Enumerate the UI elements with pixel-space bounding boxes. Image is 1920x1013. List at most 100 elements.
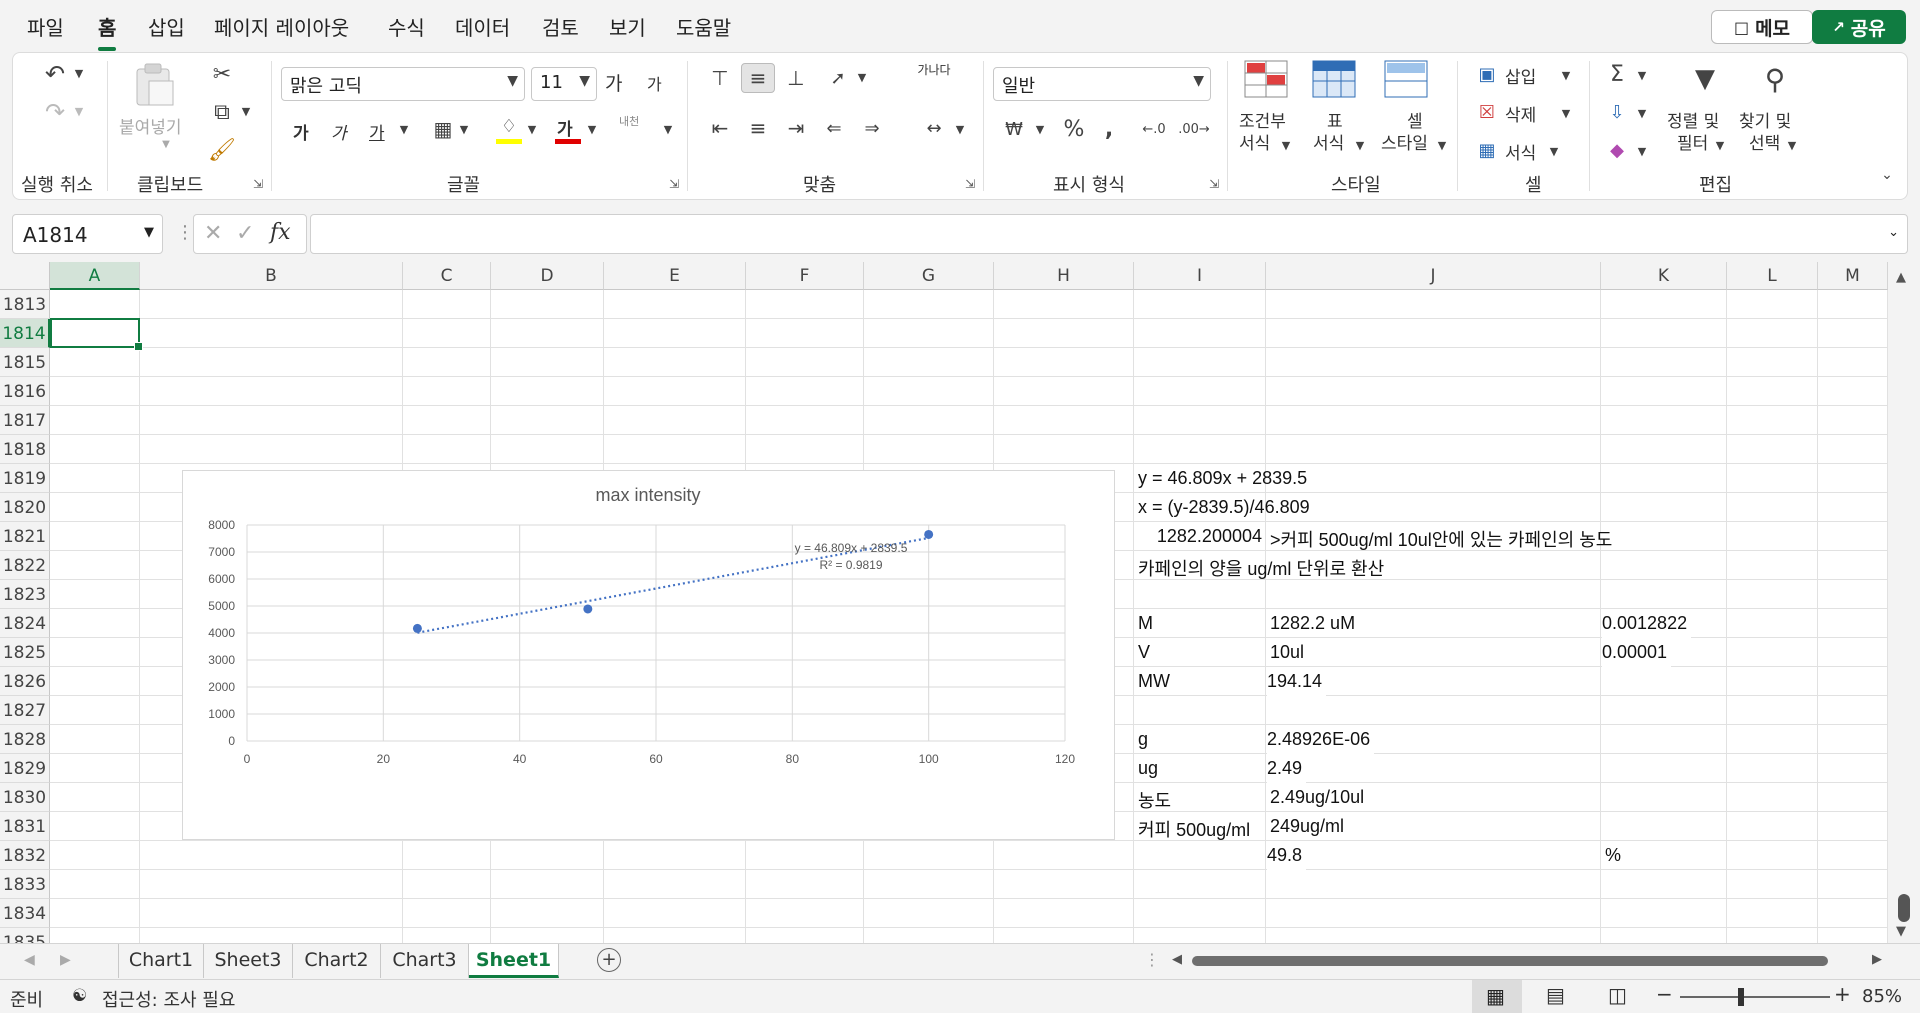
align-launcher-icon[interactable]: ⇲ xyxy=(965,177,975,191)
increase-indent-icon[interactable]: ⇒ xyxy=(855,113,889,143)
sheet-tab-sheet3[interactable]: Sheet3 xyxy=(204,944,293,978)
align-top-icon[interactable]: ⊤ xyxy=(703,63,737,93)
table-format-dropdown-icon[interactable]: ▼ xyxy=(1353,137,1367,153)
autosum-icon[interactable]: Σ xyxy=(1603,61,1631,87)
accessibility-icon[interactable]: ☯ xyxy=(72,986,87,1006)
format-painter-icon[interactable]: 🖌 xyxy=(207,135,237,165)
increase-decimal-icon[interactable]: ←.0 xyxy=(1137,115,1171,143)
row-header-1828[interactable]: 1828 xyxy=(0,725,50,754)
cell-i1819[interactable]: y = 46.809x + 2839.5 xyxy=(1135,464,1310,493)
column-header-a[interactable]: A xyxy=(50,262,140,290)
sort-filter-label-1[interactable]: 정렬 및 xyxy=(1667,111,1719,133)
cell-j1826[interactable]: 194.14 xyxy=(1267,667,1327,696)
cell-j1824[interactable]: 1282.2 uM xyxy=(1267,609,1358,638)
confirm-entry-icon[interactable]: ✓ xyxy=(236,221,254,246)
column-header-m[interactable]: M xyxy=(1818,262,1888,290)
column-header-l[interactable]: L xyxy=(1727,262,1818,290)
currency-dropdown-icon[interactable]: ▼ xyxy=(1033,119,1047,139)
column-header-g[interactable]: G xyxy=(864,262,994,290)
align-middle-icon[interactable]: ≡ xyxy=(741,63,775,93)
column-header-i[interactable]: I xyxy=(1134,262,1266,290)
share-button[interactable]: ↗ 공유 xyxy=(1812,10,1906,44)
conditional-format-label-2[interactable]: 서식 xyxy=(1239,133,1270,155)
menu-help[interactable]: 도움말 xyxy=(676,12,731,41)
autosum-dropdown-icon[interactable]: ▼ xyxy=(1635,65,1649,85)
scroll-left-icon[interactable]: ◀ xyxy=(1172,952,1182,967)
font-color-dropdown-icon[interactable]: ▼ xyxy=(585,119,599,139)
cell-j1831[interactable]: 249ug/ml xyxy=(1267,812,1347,841)
page-layout-view-icon[interactable]: ▤ xyxy=(1546,983,1565,1007)
phonetic-button[interactable]: 내천 xyxy=(619,113,639,129)
clear-dropdown-icon[interactable]: ▼ xyxy=(1635,141,1649,161)
vertical-scrollbar[interactable]: ▲ ▼ xyxy=(1888,262,1920,943)
find-search-icon[interactable]: ⚲ xyxy=(1753,59,1797,99)
cell-j1825[interactable]: 10ul xyxy=(1267,638,1307,667)
align-center-icon[interactable]: ≡ xyxy=(741,113,775,143)
cell-i1828[interactable]: g xyxy=(1135,725,1151,754)
expand-formula-icon[interactable]: ⌄ xyxy=(1888,225,1899,240)
sheet-tab-chart2[interactable]: Chart2 xyxy=(293,944,381,978)
conditional-format-label-1[interactable]: 조건부 xyxy=(1239,111,1286,133)
formula-input[interactable]: ⌄ xyxy=(310,214,1908,254)
cell-i1822[interactable]: 카페인의 양을 ug/ml 단위로 환산 xyxy=(1135,551,1387,580)
row-header-1835[interactable]: 1835 xyxy=(0,928,50,943)
menu-view[interactable]: 보기 xyxy=(609,12,646,41)
collapse-ribbon-icon[interactable]: ⌄ xyxy=(1877,165,1897,185)
fill-color-icon[interactable]: ♢ xyxy=(495,113,523,139)
scroll-down-icon[interactable]: ▼ xyxy=(1896,924,1906,939)
row-header-1830[interactable]: 1830 xyxy=(0,783,50,812)
delete-dropdown-icon[interactable]: ▼ xyxy=(1559,103,1573,123)
copy-dropdown-icon[interactable]: ▼ xyxy=(239,101,253,121)
find-select-label-1[interactable]: 찾기 및 xyxy=(1739,111,1791,133)
cell-j1829[interactable]: 2.49 xyxy=(1267,754,1307,783)
row-header-1826[interactable]: 1826 xyxy=(0,667,50,696)
fill-dropdown-icon[interactable]: ▼ xyxy=(1635,103,1649,123)
active-cell[interactable] xyxy=(50,318,143,351)
column-header-h[interactable]: H xyxy=(994,262,1134,290)
sheet-tab-chart1[interactable]: Chart1 xyxy=(118,944,204,978)
row-header-1834[interactable]: 1834 xyxy=(0,899,50,928)
fill-down-icon[interactable]: ⇩ xyxy=(1603,99,1631,125)
clipboard-launcher-icon[interactable]: ⇲ xyxy=(253,177,263,191)
cell-k1825[interactable]: 0.00001 xyxy=(1602,638,1672,667)
bold-button[interactable]: 가 xyxy=(293,119,309,144)
paste-label[interactable]: 붙여넣기 xyxy=(119,113,182,138)
cell-k1832[interactable]: % xyxy=(1602,841,1624,870)
column-header-e[interactable]: E xyxy=(604,262,746,290)
cell-styles-dropdown-icon[interactable]: ▼ xyxy=(1435,137,1449,153)
decrease-decimal-icon[interactable]: .00→ xyxy=(1177,115,1211,143)
conditional-format-icon[interactable] xyxy=(1243,59,1289,99)
cell-j1821[interactable]: >커피 500ug/ml 10ul안에 있는 카페인의 농도 xyxy=(1267,522,1615,551)
percent-icon[interactable]: % xyxy=(1059,115,1089,143)
menu-page-layout[interactable]: 페이지 레이아웃 xyxy=(214,12,349,41)
cell-i1825[interactable]: V xyxy=(1135,638,1153,667)
row-header-1823[interactable]: 1823 xyxy=(0,580,50,609)
row-header-1820[interactable]: 1820 xyxy=(0,493,50,522)
zoom-out-icon[interactable]: − xyxy=(1656,982,1673,1006)
column-header-d[interactable]: D xyxy=(491,262,604,290)
delete-cells-label[interactable]: 삭제 xyxy=(1505,101,1536,126)
cell-i1824[interactable]: M xyxy=(1135,609,1156,638)
menu-review[interactable]: 검토 xyxy=(542,12,579,41)
cancel-entry-icon[interactable]: ✕ xyxy=(204,221,222,246)
cell-j1832[interactable]: 49.8 xyxy=(1267,841,1307,870)
underline-dropdown-icon[interactable]: ▼ xyxy=(397,119,411,139)
align-bottom-icon[interactable]: ⊥ xyxy=(779,63,813,93)
font-color-button[interactable]: 가 xyxy=(557,115,573,140)
zoom-slider-track[interactable] xyxy=(1680,996,1830,998)
cut-icon[interactable]: ✂ xyxy=(207,59,237,89)
number-format-combo[interactable]: 일반 ▼ xyxy=(993,67,1211,101)
worksheet-grid[interactable]: ABCDEFGHIJKLM 1813 1814 1815 1816 1817 1818 18… xyxy=(0,262,1920,943)
splitter-dots-icon[interactable]: ⋮ xyxy=(1144,950,1160,969)
table-format-label-1[interactable]: 표 xyxy=(1327,111,1343,133)
accessibility-status[interactable]: 접근성: 조사 필요 xyxy=(102,986,235,1012)
zoom-slider-thumb[interactable] xyxy=(1738,988,1744,1006)
zoom-in-icon[interactable]: + xyxy=(1834,982,1851,1006)
find-select-label-2[interactable]: 선택 xyxy=(1749,133,1780,155)
cell-j1830[interactable]: 2.49ug/10ul xyxy=(1267,783,1367,812)
select-all-corner[interactable] xyxy=(0,262,50,290)
align-right-icon[interactable]: ⇥ xyxy=(779,113,813,143)
currency-icon[interactable]: ₩ xyxy=(999,115,1029,143)
format-cells-label[interactable]: 서식 xyxy=(1505,139,1536,164)
cell-styles-label-2[interactable]: 스타일 xyxy=(1381,133,1428,155)
